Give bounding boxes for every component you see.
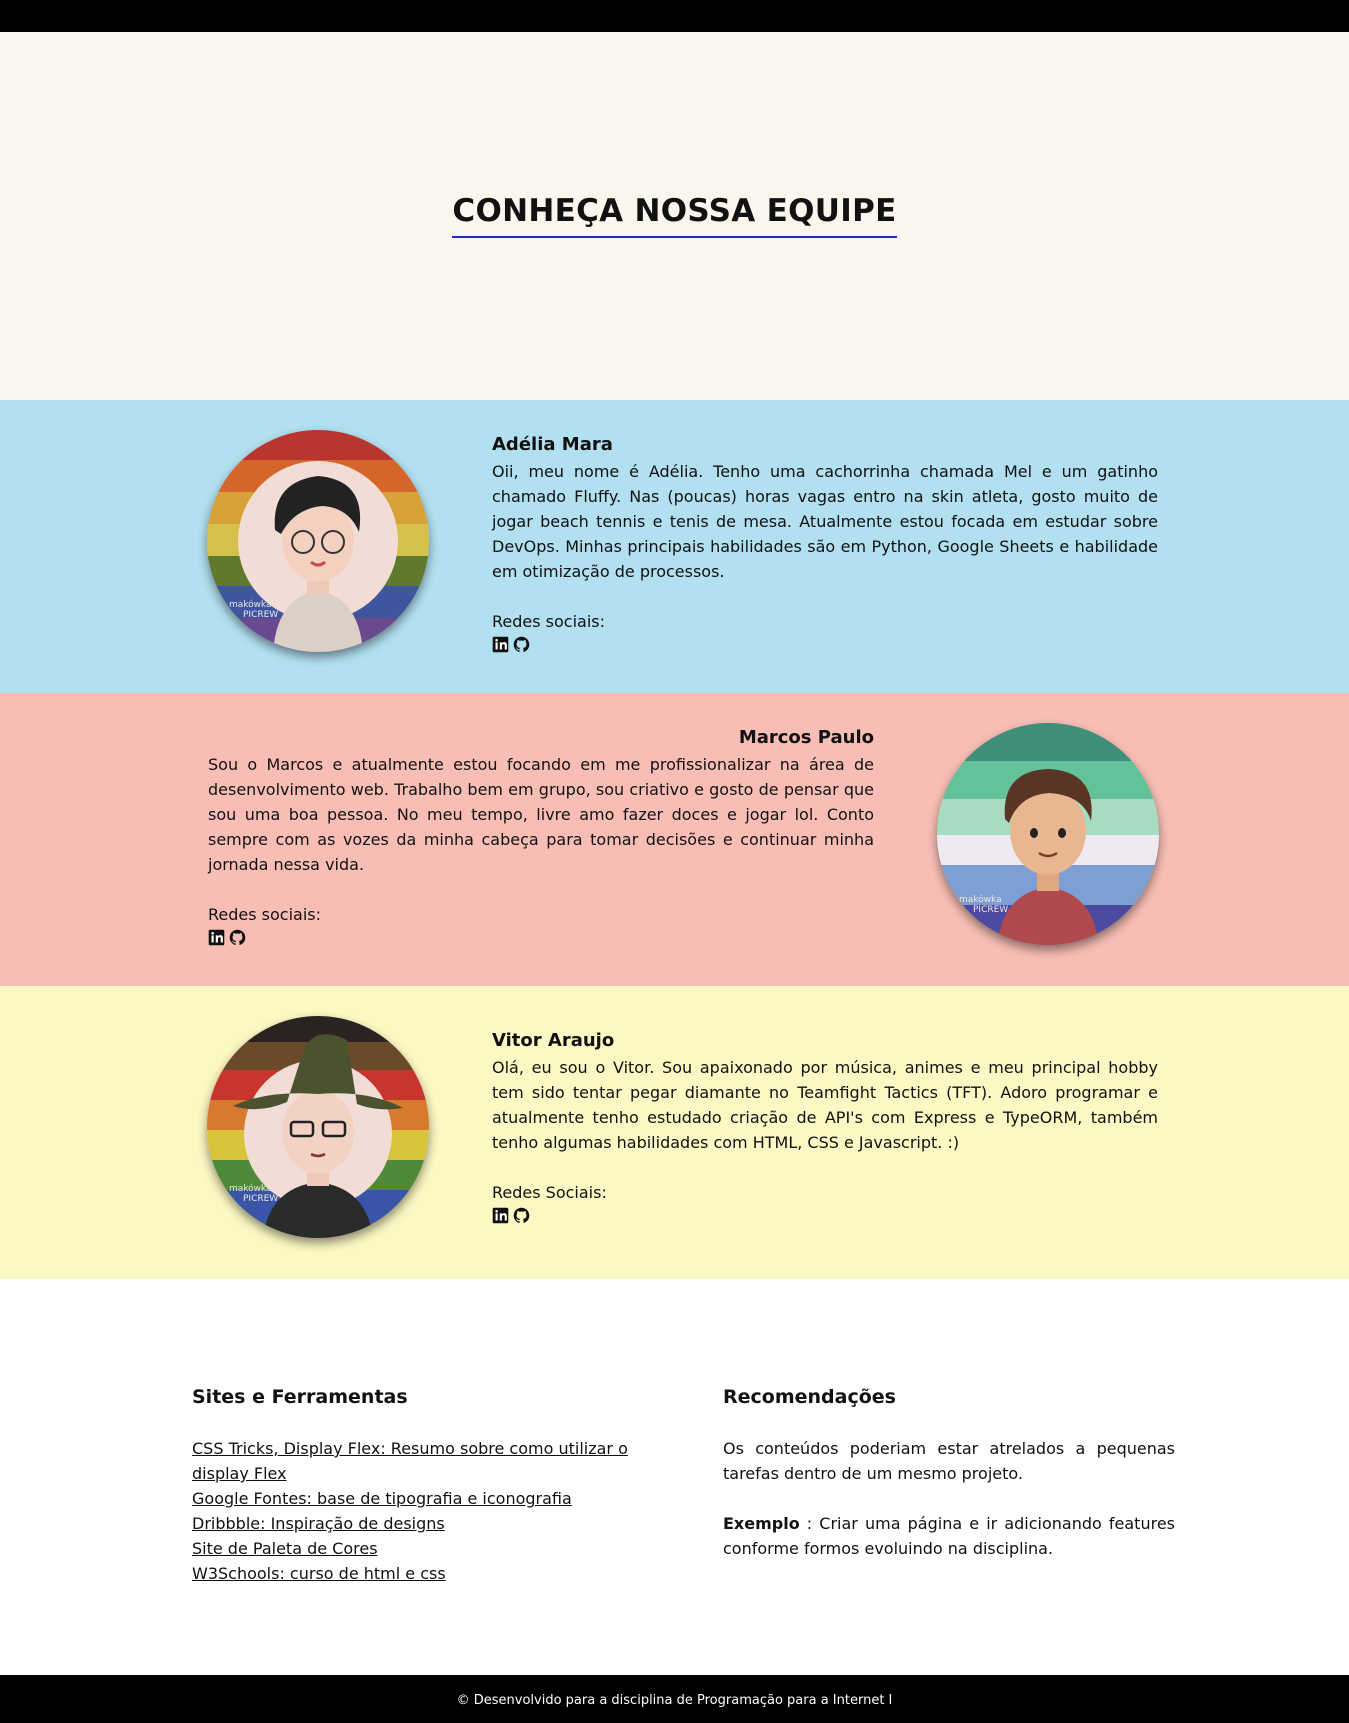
link-css-tricks[interactable]: CSS Tricks, Display Flex: Resumo sobre c… [192, 1436, 644, 1486]
avatar-watermark: makówka PICREW [229, 600, 279, 620]
link-w3schools[interactable]: W3Schools: curso de html e css [192, 1561, 644, 1586]
hero-section: CONHEÇA NOSSA EQUIPE [0, 32, 1349, 400]
member-info: Adélia Mara Oii, meu nome é Adélia. Tenh… [492, 433, 1158, 653]
footer-text: © Desenvolvido para a disciplina de Prog… [456, 1692, 893, 1708]
link-dribbble[interactable]: Dribbble: Inspiração de designs [192, 1511, 644, 1536]
member-info: Marcos Paulo Sou o Marcos e atualmente e… [208, 726, 874, 946]
member-bio: Olá, eu sou o Vitor. Sou apaixonado por … [492, 1058, 1158, 1152]
linkedin-icon[interactable] [208, 929, 225, 946]
link-color-palette[interactable]: Site de Paleta de Cores [192, 1536, 644, 1561]
member-info: Vitor Araujo Olá, eu sou o Vitor. Sou ap… [492, 1029, 1158, 1224]
resources-section: Sites e Ferramentas CSS Tricks, Display … [0, 1279, 1349, 1675]
recommendations-column: Recomendações Os conteúdos poderiam esta… [723, 1385, 1175, 1561]
avatar-watermark: makówka PICREW [229, 1184, 279, 1204]
top-bar [0, 0, 1349, 32]
member-name: Marcos Paulo [738, 727, 874, 748]
social-icons [492, 636, 1158, 653]
avatar: makówka PICREW [207, 1016, 429, 1238]
link-google-fonts[interactable]: Google Fontes: base de tipografia e icon… [192, 1486, 644, 1511]
member-name: Vitor Araujo [492, 1030, 615, 1051]
social-icons [492, 1207, 1158, 1224]
member-bio: Sou o Marcos e atualmente estou focando … [208, 755, 874, 874]
avatar: makówka PICREW [207, 430, 429, 652]
member-name: Adélia Mara [492, 434, 613, 455]
avatar: makówka PICREW [937, 723, 1159, 945]
member-bio: Oii, meu nome é Adélia. Tenho uma cachor… [492, 462, 1158, 581]
avatar-watermark: makówka PICREW [959, 895, 1009, 915]
linkedin-icon[interactable] [492, 636, 509, 653]
page-title: CONHEÇA NOSSA EQUIPE [452, 193, 897, 238]
sites-title: Sites e Ferramentas [192, 1386, 408, 1408]
github-icon[interactable] [513, 636, 530, 653]
social-label: Redes Sociais: [492, 1183, 607, 1202]
social-label: Redes sociais: [208, 905, 322, 924]
social-icons [208, 929, 874, 946]
sites-column: Sites e Ferramentas CSS Tricks, Display … [192, 1385, 644, 1586]
member-card-adelia: makówka PICREW Adélia Mara Oii, meu nome… [0, 400, 1349, 693]
linkedin-icon[interactable] [492, 1207, 509, 1224]
example-label: Exemplo [723, 1514, 800, 1533]
github-icon[interactable] [229, 929, 246, 946]
member-card-marcos: Marcos Paulo Sou o Marcos e atualmente e… [0, 693, 1349, 986]
page-footer: © Desenvolvido para a disciplina de Prog… [0, 1675, 1349, 1723]
recommendations-title: Recomendações [723, 1386, 896, 1408]
recommendation-text: Os conteúdos poderiam estar atrelados a … [723, 1439, 1175, 1483]
member-card-vitor: makówka PICREW Vitor Araujo Olá, eu sou … [0, 986, 1349, 1279]
example-paragraph: Exemplo : Criar uma página e ir adiciona… [723, 1511, 1175, 1561]
social-label: Redes sociais: [492, 612, 606, 631]
github-icon[interactable] [513, 1207, 530, 1224]
